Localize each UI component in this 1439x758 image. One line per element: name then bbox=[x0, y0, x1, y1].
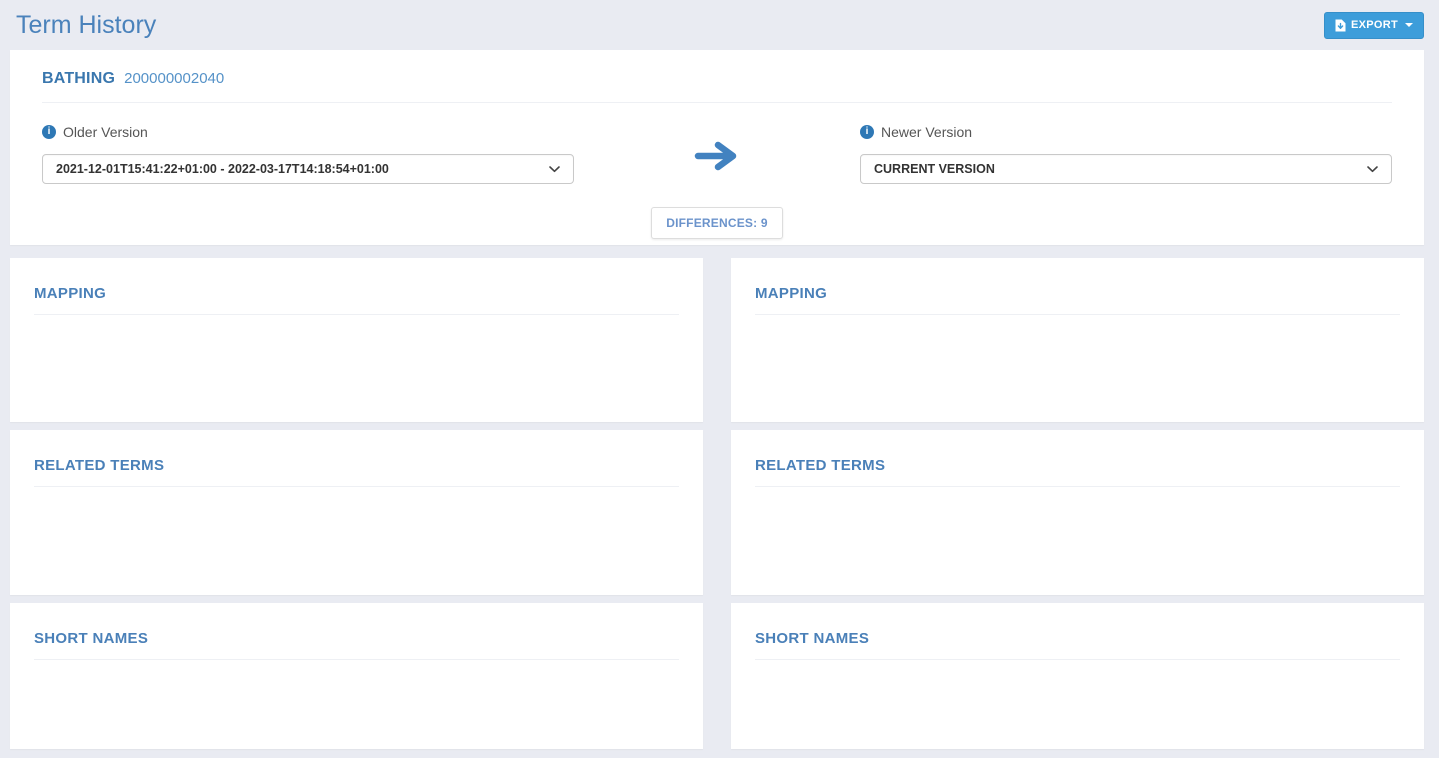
comparison-panels-grid: MAPPING MAPPING RELATED TERMS RELATED TE… bbox=[10, 258, 1424, 749]
term-compare-card: BATHING 200000002040 i Older Version 202… bbox=[10, 50, 1424, 245]
page-title: Term History bbox=[16, 10, 157, 39]
term-heading: BATHING 200000002040 bbox=[42, 70, 1392, 88]
panel-title-short-names: SHORT NAMES bbox=[34, 630, 149, 647]
panel-title-mapping: MAPPING bbox=[755, 285, 828, 302]
panel-short-names-older: SHORT NAMES bbox=[10, 603, 703, 749]
panel-title-related-terms: RELATED TERMS bbox=[34, 457, 165, 474]
panel-divider bbox=[34, 314, 679, 315]
term-name: BATHING bbox=[42, 70, 116, 87]
export-button[interactable]: EXPORT bbox=[1323, 11, 1424, 39]
version-compare-row: i Older Version 2021-12-01T15:41:22+01:0… bbox=[42, 124, 1392, 239]
panel-divider bbox=[755, 659, 1400, 660]
panel-divider bbox=[755, 314, 1400, 315]
page-header: Term History EXPORT bbox=[0, 0, 1439, 50]
newer-version-select[interactable]: CURRENT VERSION bbox=[860, 154, 1392, 184]
older-version-label-row: i Older Version bbox=[42, 124, 574, 140]
page-content: BATHING 200000002040 i Older Version 202… bbox=[0, 50, 1439, 749]
export-button-label: EXPORT bbox=[1350, 19, 1398, 31]
panel-mapping-newer: MAPPING bbox=[731, 258, 1424, 422]
panel-title-short-names: SHORT NAMES bbox=[755, 630, 870, 647]
panel-divider bbox=[34, 659, 679, 660]
newer-version-label-row: i Newer Version bbox=[860, 124, 1392, 140]
panel-mapping-older: MAPPING bbox=[10, 258, 703, 422]
chevron-down-icon bbox=[549, 165, 560, 173]
older-version-select[interactable]: 2021-12-01T15:41:22+01:00 - 2022-03-17T1… bbox=[42, 154, 574, 184]
info-circle-icon[interactable]: i bbox=[860, 125, 874, 139]
panel-related-terms-older: RELATED TERMS bbox=[10, 430, 703, 595]
panel-short-names-newer: SHORT NAMES bbox=[731, 603, 1424, 749]
term-id: 200000002040 bbox=[124, 70, 225, 87]
info-circle-icon[interactable]: i bbox=[42, 125, 56, 139]
panel-divider bbox=[755, 486, 1400, 487]
panel-title-mapping: MAPPING bbox=[34, 285, 107, 302]
differences-badge: DIFFERENCES: 9 bbox=[651, 207, 783, 239]
newer-version-selected-value: CURRENT VERSION bbox=[874, 162, 995, 176]
newer-version-label: Newer Version bbox=[881, 124, 973, 140]
older-version-label: Older Version bbox=[63, 124, 148, 140]
chevron-down-icon bbox=[1367, 165, 1378, 173]
newer-version-column: i Newer Version CURRENT VERSION bbox=[860, 124, 1392, 184]
panel-related-terms-newer: RELATED TERMS bbox=[731, 430, 1424, 595]
caret-down-icon bbox=[1405, 23, 1413, 27]
compare-middle-column: DIFFERENCES: 9 bbox=[574, 124, 860, 239]
term-history-page: Term History EXPORT BATHING 200000002040 bbox=[0, 0, 1439, 749]
older-version-column: i Older Version 2021-12-01T15:41:22+01:0… bbox=[42, 124, 574, 184]
arrow-right-icon bbox=[694, 140, 740, 177]
panel-divider bbox=[34, 486, 679, 487]
older-version-selected-value: 2021-12-01T15:41:22+01:00 - 2022-03-17T1… bbox=[56, 162, 389, 176]
panel-title-related-terms: RELATED TERMS bbox=[755, 457, 886, 474]
export-file-download-icon bbox=[1335, 19, 1346, 32]
term-heading-divider bbox=[42, 102, 1392, 103]
